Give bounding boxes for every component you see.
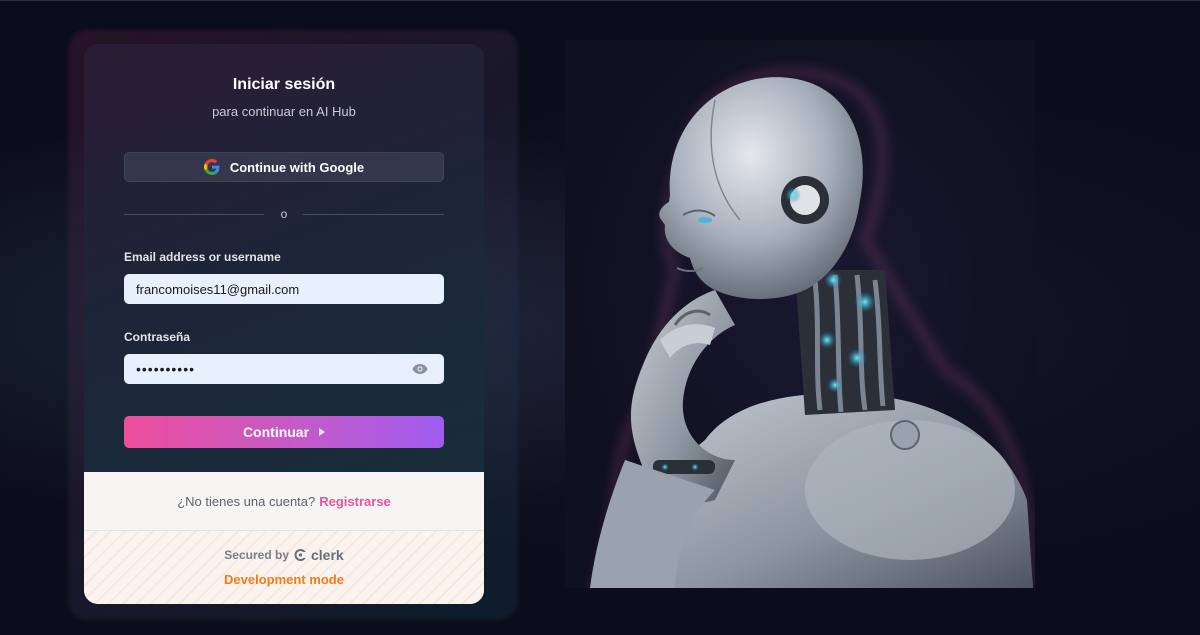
eye-icon[interactable] [412,362,428,376]
robot-image [590,69,1034,588]
divider-line-right [303,214,444,215]
secured-by-row: Secured by clerk [84,547,484,563]
divider-line-left [124,214,264,215]
robot-illustration [565,40,1035,588]
password-label: Contraseña [124,330,191,344]
arrow-right-icon [319,428,326,436]
password-field[interactable] [124,354,444,384]
signin-subtitle: para continuar en AI Hub [212,104,356,119]
email-field[interactable] [124,274,444,304]
top-border [0,0,1200,1]
page: Iniciar sesión para continuar en AI Hub … [0,0,1200,635]
signup-link[interactable]: Registrarse [319,494,391,509]
no-account-text: ¿No tienes una cuenta? [177,493,316,509]
continue-button-label: Continuar [242,424,310,440]
signin-card: Iniciar sesión para continuar en AI Hub … [84,44,484,604]
google-button-label: Continue with Google [229,159,365,175]
continue-button[interactable]: Continuar [124,416,444,448]
email-label: Email address or username [124,250,281,264]
continue-with-google-button[interactable]: Continue with Google [124,152,444,182]
development-mode-label: Development mode [224,572,344,587]
card-footer: ¿No tienes una cuenta? Registrarse Secur… [84,472,484,604]
divider-text: o [280,207,288,221]
clerk-icon [294,549,306,561]
secured-by-text: Secured by [224,548,289,562]
google-icon [203,159,220,175]
signin-title: Iniciar sesión [232,76,336,93]
clerk-brand: clerk [311,547,344,563]
signup-row: ¿No tienes una cuenta? Registrarse [84,472,484,530]
dev-footer: Secured by clerk Development mode [84,531,484,604]
